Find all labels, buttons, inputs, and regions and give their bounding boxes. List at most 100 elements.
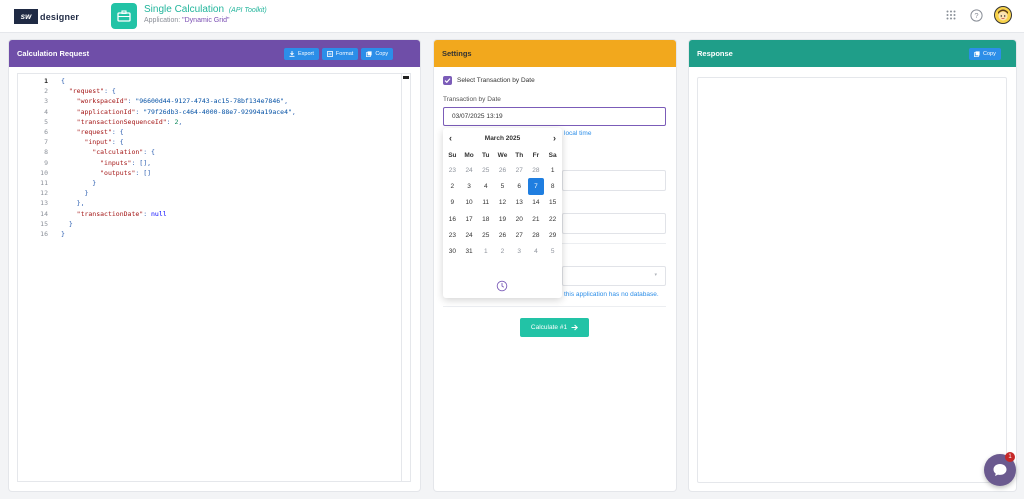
calendar-day[interactable]: 23 (444, 227, 461, 243)
code-line: } (61, 230, 65, 238)
calendar-day[interactable]: 18 (477, 211, 494, 227)
json-key: "workspaceId" (76, 97, 128, 106)
calendar-weekday: Th (515, 151, 524, 159)
calendar-day[interactable]: 4 (477, 178, 494, 194)
user-avatar[interactable] (994, 6, 1012, 24)
hidden-field-2[interactable] (562, 213, 666, 234)
code-line: }, (61, 199, 85, 208)
transaction-by-date-checkbox-row[interactable]: Select Transaction by Date (443, 76, 535, 85)
json-code-editor[interactable]: 1 2 3 4 5 6 7 8 9 10 11 12 13 14 15 16 {… (17, 73, 411, 482)
calendar-day[interactable]: 28 (528, 162, 545, 178)
calendar-day[interactable]: 8 (544, 178, 561, 194)
line-number: 10 (40, 168, 48, 177)
calendar-day[interactable]: 11 (477, 195, 494, 211)
calendar-day[interactable]: 27 (511, 162, 528, 178)
calendar-day[interactable]: 2 (494, 243, 511, 259)
line-number: 1 (44, 77, 48, 85)
calendar-day[interactable]: 31 (461, 243, 478, 259)
calendar-header: ‹ March 2025 › (443, 132, 562, 144)
code-line: "transactionDate": null (76, 209, 167, 218)
calendar-day[interactable]: 25 (477, 162, 494, 178)
copy-request-button[interactable]: Copy (361, 48, 394, 60)
calendar-day[interactable]: 29 (544, 227, 561, 243)
calendar-day[interactable]: 14 (528, 195, 545, 211)
calendar-day[interactable]: 25 (477, 227, 494, 243)
clock-icon[interactable] (496, 279, 508, 292)
line-number: 15 (40, 219, 48, 228)
calendar-day[interactable]: 13 (511, 195, 528, 211)
calendar-day[interactable]: 15 (544, 195, 561, 211)
calendar-day[interactable]: 19 (494, 211, 511, 227)
code-line: "input": { (84, 138, 124, 147)
calendar-day[interactable]: 30 (444, 243, 461, 259)
calendar-day[interactable]: 9 (444, 195, 461, 211)
calendar-day[interactable]: 27 (511, 227, 528, 243)
editor-scrollbar[interactable] (401, 74, 410, 481)
calendar-day[interactable]: 1 (477, 243, 494, 259)
calendar-weekday: Fr (532, 151, 540, 159)
calendar-day[interactable]: 23 (444, 162, 461, 178)
response-output[interactable] (697, 77, 1007, 483)
check-icon (444, 78, 451, 84)
hidden-select[interactable]: ▾ (562, 266, 666, 286)
copy-label: Copy (983, 51, 996, 57)
line-number: 13 (40, 199, 48, 208)
calendar-day[interactable]: 21 (528, 211, 545, 227)
json-value: null (151, 209, 167, 218)
export-label: Export (298, 51, 314, 57)
calendar-day[interactable]: 28 (528, 227, 545, 243)
calendar-day-selected[interactable]: 7 (527, 178, 545, 195)
chevron-right-icon[interactable]: › (553, 133, 556, 143)
calendar-day[interactable]: 24 (461, 162, 478, 178)
calendar-day[interactable]: 1 (544, 162, 561, 178)
sw-designer-logo[interactable]: sw designer (14, 9, 79, 24)
calendar-day[interactable]: 5 (544, 243, 561, 259)
calendar-day[interactable]: 22 (544, 211, 561, 227)
code-line: "calculation": { (92, 148, 155, 157)
calendar-grid: Su Mo Tu We Th Fr Sa 23 24 25 26 27 28 1 2 3 4 5 6 7 8 9 10 11 1… (444, 148, 561, 260)
calendar-day[interactable]: 10 (461, 195, 478, 211)
copy-response-button[interactable]: Copy (969, 48, 1001, 60)
export-button[interactable]: Export (284, 48, 319, 60)
help-icon[interactable]: ? (969, 8, 983, 22)
scrollbar-thumb[interactable] (403, 76, 409, 79)
json-key: "applicationId" (76, 107, 136, 116)
code-line: } (61, 179, 97, 187)
calendar-day[interactable]: 3 (511, 243, 528, 259)
title-text: Single Calculation (144, 4, 225, 15)
calendar-day[interactable]: 24 (461, 227, 478, 243)
hidden-field-1[interactable] (562, 170, 666, 191)
title-tag: (API Toolkit) (228, 7, 267, 14)
panel-header: Settings (434, 40, 676, 67)
settings-panel: Settings Select Transaction by Date Tran… (434, 40, 676, 491)
line-number: 14 (40, 209, 48, 218)
calendar-day[interactable]: 12 (494, 195, 511, 211)
date-value: 03/07/2025 13:19 (452, 113, 503, 120)
calendar-day[interactable]: 4 (528, 243, 545, 259)
page-title: Single Calculation (API Toolkit) (144, 4, 267, 15)
calendar-day[interactable]: 20 (511, 211, 528, 227)
chevron-left-icon[interactable]: ‹ (449, 133, 452, 143)
format-icon (327, 51, 333, 57)
json-key: "outputs" (100, 168, 136, 177)
calculation-request-panel: Calculation Request Export Format Copy 1… (9, 40, 420, 491)
format-button[interactable]: Format (321, 48, 359, 60)
calendar-day[interactable]: 3 (461, 178, 478, 194)
calendar-day[interactable]: 16 (444, 211, 461, 227)
calendar-day[interactable]: 26 (494, 227, 511, 243)
calculate-button[interactable]: Calculate #1 (520, 318, 589, 337)
calendar-day[interactable]: 6 (511, 178, 528, 194)
code-line: "applicationId": "79f26db3-c464-4000-88e… (76, 107, 296, 116)
transaction-date-input[interactable]: 03/07/2025 13:19 (443, 107, 666, 126)
calendar-day[interactable]: 5 (494, 178, 511, 194)
calendar-day[interactable]: 26 (494, 162, 511, 178)
chat-icon (993, 464, 1007, 476)
calendar-day[interactable]: 17 (461, 211, 478, 227)
logo-mark: sw (14, 9, 38, 24)
calendar-day[interactable]: 2 (444, 178, 461, 194)
code-line: } (61, 189, 89, 198)
checkbox-checked[interactable] (443, 76, 452, 85)
calendar-weekday: Su (448, 151, 457, 159)
grid-apps-icon[interactable] (944, 8, 958, 22)
calendar-month-label[interactable]: March 2025 (485, 135, 520, 142)
